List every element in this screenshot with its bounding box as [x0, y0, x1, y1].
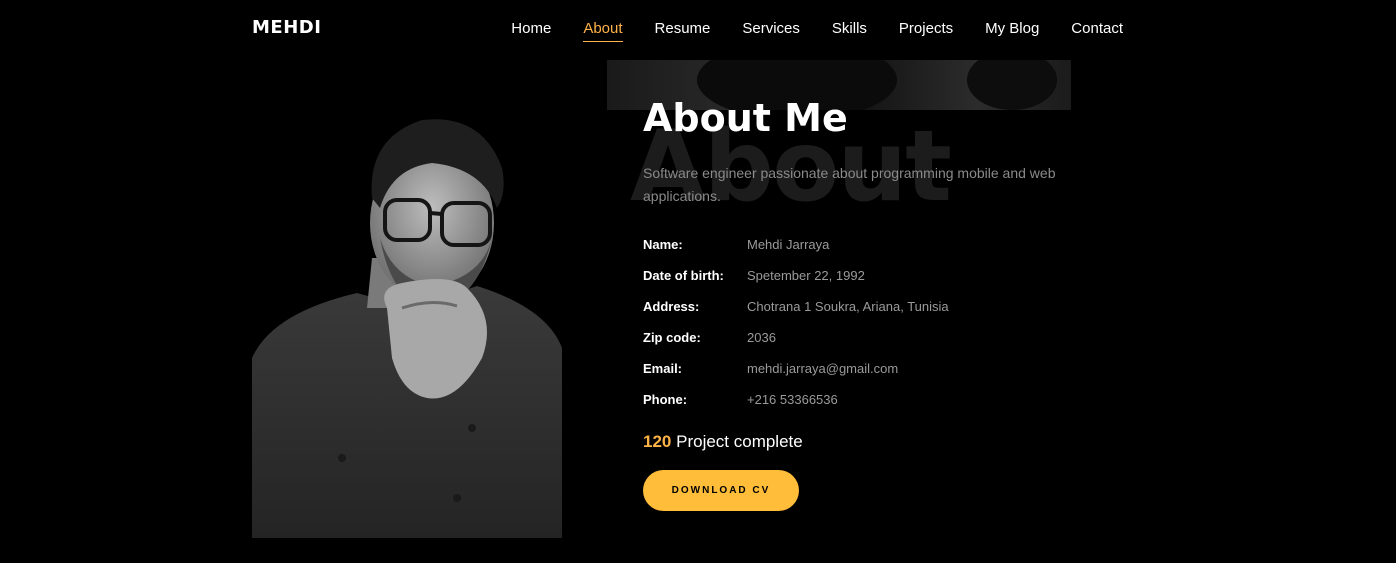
projects-count: 120: [643, 432, 672, 451]
info-value: 2036: [747, 330, 776, 345]
profile-photo: [252, 108, 562, 538]
info-row-zip-code: Zip code: 2036: [643, 322, 949, 353]
nav-item-projects[interactable]: Projects: [899, 20, 953, 41]
info-label: Phone:: [643, 392, 688, 407]
page: MEHDI Home About Resume Services Skills …: [0, 0, 1396, 563]
info-label: Name:: [643, 237, 683, 252]
about-title: About Me: [643, 96, 848, 140]
info-row-name: Name: Mehdi Jarraya: [643, 229, 949, 260]
brand-logo[interactable]: MEHDI: [252, 17, 321, 38]
nav-item-home[interactable]: Home: [511, 20, 551, 41]
nav-item-about[interactable]: About: [583, 20, 623, 42]
nav-item-resume[interactable]: Resume: [655, 20, 711, 41]
info-value: mehdi.jarraya@gmail.com: [747, 361, 899, 376]
about-description: Software engineer passionate about progr…: [643, 165, 1056, 204]
nav-item-skills[interactable]: Skills: [832, 20, 867, 41]
projects-label: Project complete: [676, 432, 803, 451]
info-row-address: Address: Chotrana 1 Soukra, Ariana, Tuni…: [643, 291, 949, 322]
info-label: Email:: [643, 361, 683, 376]
info-value: Mehdi Jarraya: [747, 237, 830, 252]
info-label: Zip code:: [643, 330, 701, 345]
download-cv-button[interactable]: DOWNLOAD CV: [643, 470, 799, 511]
nav-item-contact[interactable]: Contact: [1071, 20, 1123, 41]
info-value: +216 53366536: [747, 392, 838, 407]
navbar: MEHDI Home About Resume Services Skills …: [0, 0, 1396, 60]
info-value: Chotrana 1 Soukra, Ariana, Tunisia: [747, 299, 949, 314]
info-row-phone: Phone: +216 53366536: [643, 384, 949, 415]
nav-menu: Home About Resume Services Skills Projec…: [511, 20, 1123, 42]
info-list: Name: Mehdi Jarraya Date of birth: Spete…: [643, 229, 949, 415]
info-label: Date of birth:: [643, 268, 724, 283]
nav-item-services[interactable]: Services: [742, 20, 800, 41]
projects-counter: 120 Project complete: [643, 432, 803, 452]
nav-item-my-blog[interactable]: My Blog: [985, 20, 1039, 41]
info-row-date-of-birth: Date of birth: Spetember 22, 1992: [643, 260, 949, 291]
info-label: Address:: [643, 299, 700, 314]
info-value: Spetember 22, 1992: [747, 268, 865, 283]
info-row-email: Email: mehdi.jarraya@gmail.com: [643, 353, 949, 384]
